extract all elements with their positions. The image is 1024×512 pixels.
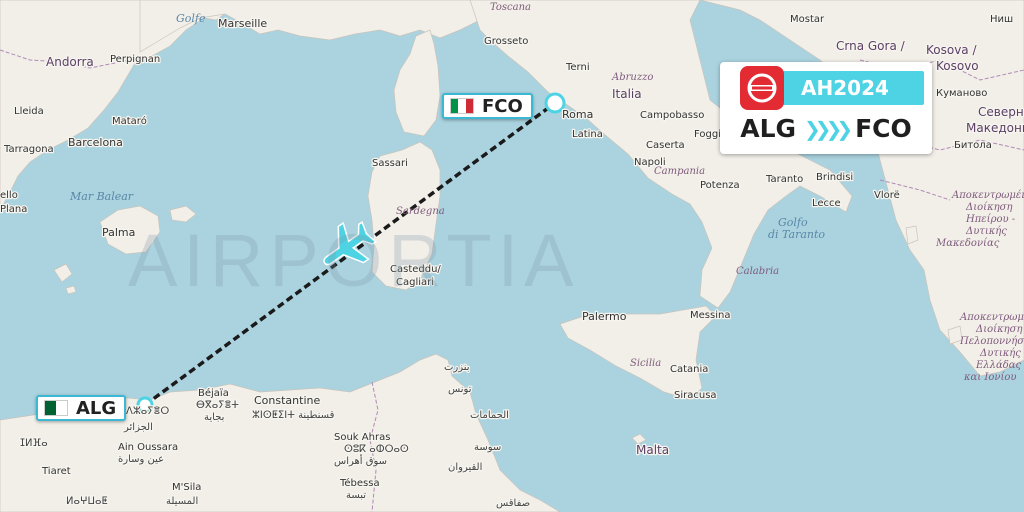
- label-calabria: Calabria: [736, 266, 779, 277]
- label-campania: Campania: [654, 166, 705, 177]
- label-latina: Latina: [572, 129, 603, 140]
- label-alger-tz: ⴷⵣⴰⵢⴻⵔ: [126, 406, 169, 417]
- label-apok-2: Διοίκηση: [965, 202, 1012, 213]
- label-pel-4: Δυτικής: [979, 348, 1021, 359]
- italy-flag-icon: [450, 98, 474, 114]
- label-sardegna: Sardegna: [396, 206, 445, 217]
- label-pel-3: Πελοποννήσου,: [959, 336, 1024, 347]
- label-sicilia: Sicilia: [630, 358, 661, 369]
- label-alger-ar: الجزائر: [123, 422, 153, 433]
- airportia-watermark: AIRPORTIA: [128, 219, 580, 302]
- label-perpignan: Perpignan: [110, 54, 160, 65]
- label-potenza: Potenza: [700, 180, 740, 191]
- label-barcelona: Barcelona: [68, 136, 123, 149]
- destination-tag-code: FCO: [482, 95, 523, 117]
- label-ain-oussara-ar: عين وسارة: [118, 454, 164, 465]
- label-bejaia-ar: بجاية: [204, 412, 224, 423]
- label-bizerte: بنزرت: [444, 362, 470, 373]
- label-toscana: Toscana: [490, 2, 531, 13]
- label-lleida: Lleida: [14, 106, 44, 117]
- origin-tag-code: ALG: [76, 397, 117, 419]
- destination-airport-tag[interactable]: FCO: [442, 93, 533, 119]
- label-grosseto: Grosseto: [484, 36, 528, 47]
- label-apok-1: Αποκεντρωμένη: [951, 190, 1024, 201]
- label-golfo-taranto-2: di Taranto: [768, 228, 825, 241]
- label-terni: Terni: [565, 62, 590, 73]
- label-kosovo: Kosovo: [936, 59, 979, 73]
- label-kumanovo: Куманово: [936, 88, 987, 99]
- label-pel-2: Διοίκηση: [975, 324, 1022, 335]
- label-kairouan: القيروان: [448, 462, 482, 473]
- label-bejaia-tz: ⴱⴳⴰⵢⴻⵜ: [196, 400, 239, 411]
- label-marseille: Marseille: [218, 17, 267, 30]
- label-malta: Malta: [636, 443, 669, 457]
- label-pel-6: και Ιονίου: [963, 372, 1016, 383]
- label-laghouat: ⵍⴰⵖⵡⴰⵟ: [66, 496, 108, 507]
- label-djelfa: ⵊⵍⴼⴰ: [20, 438, 48, 449]
- label-nis: Ниш: [990, 14, 1013, 25]
- label-mataro: Mataró: [112, 115, 147, 127]
- label-hammamet: الحمامات: [470, 410, 509, 421]
- label-kosova: Kosova /: [926, 43, 977, 57]
- label-constantine-ar: ⵣⵏⵙⵟⵉⵏⵜ قسنطينة: [252, 410, 335, 421]
- label-tunis: تونس: [448, 384, 472, 395]
- label-caserta: Caserta: [646, 140, 685, 151]
- label-souk-ahras-ar: سوق أهراس: [334, 454, 387, 467]
- label-mar-balear: Mar Balear: [69, 190, 134, 203]
- route-destination: FCO: [855, 114, 912, 143]
- label-vlore: Vlorë: [874, 190, 900, 201]
- label-apok-3: Ηπείρου -: [965, 214, 1016, 225]
- label-mostar: Mostar: [790, 14, 825, 25]
- label-lecce: Lecce: [812, 198, 841, 209]
- origin-airport-tag[interactable]: ALG: [36, 395, 127, 421]
- label-souk-ahras-tz: ⵙⵓⴽ ⴰⵀⵔⴰⵙ: [344, 444, 409, 455]
- label-italia: Italia: [612, 87, 642, 101]
- airline-logo-icon: [740, 66, 784, 110]
- label-brindisi: Brindisi: [816, 172, 853, 183]
- flight-info-card[interactable]: AH2024 ALG ❯❯❯❯ FCO: [720, 62, 932, 154]
- label-ain-oussara: Ain Oussara: [118, 442, 178, 453]
- label-tarragona: Tarragona: [3, 144, 54, 155]
- label-pel-1: Αποκεντρωμένη: [959, 312, 1024, 323]
- label-messina: Messina: [690, 310, 730, 321]
- label-tiaret: Tiaret: [41, 466, 71, 477]
- label-tebessa-ar: تبسة: [346, 490, 366, 501]
- label-palermo: Palermo: [582, 310, 627, 323]
- label-sev-mak-2: Македонија: [966, 121, 1024, 135]
- label-sousse: سوسة: [474, 442, 501, 453]
- label-roma: Roma: [562, 108, 593, 121]
- label-tebessa: Tébessa: [339, 477, 380, 489]
- label-pel-5: Ελλάδας: [975, 360, 1022, 371]
- label-bejaia: Béjaïa: [198, 387, 229, 399]
- label-sassari: Sassari: [372, 158, 408, 169]
- route-origin: ALG: [740, 114, 797, 143]
- label-constantine: Constantine: [254, 394, 320, 407]
- label-crna-gora: Crna Gora /: [836, 39, 906, 53]
- label-apok-4: Δυτικής: [965, 226, 1007, 237]
- label-souk-ahras: Souk Ahras: [334, 432, 390, 443]
- label-taranto: Taranto: [765, 174, 803, 185]
- algeria-flag-icon: [44, 400, 68, 416]
- label-apok-5: Μακεδονίας: [935, 238, 1000, 249]
- chevrons-right-icon: ❯❯❯❯: [804, 116, 853, 141]
- label-bitola: Битола: [954, 140, 992, 151]
- label-siracusa: Siracusa: [674, 390, 717, 401]
- label-sfax: صفاقس: [496, 498, 530, 509]
- label-sev-mak-1: Северна: [978, 105, 1024, 119]
- label-catania: Catania: [670, 364, 708, 375]
- label-ello: ello: [0, 190, 18, 201]
- label-campobasso: Campobasso: [640, 110, 704, 121]
- label-golfe-lion: Golfe: [176, 12, 206, 25]
- label-abruzzo: Abruzzo: [611, 72, 653, 83]
- label-andorra: Andorra: [46, 55, 94, 69]
- label-msila: M'Sila: [172, 482, 201, 493]
- flight-route-summary: ALG ❯❯❯❯ FCO: [720, 114, 932, 143]
- label-msila-ar: المسيلة: [166, 496, 198, 507]
- label-plana: Plana: [0, 204, 27, 215]
